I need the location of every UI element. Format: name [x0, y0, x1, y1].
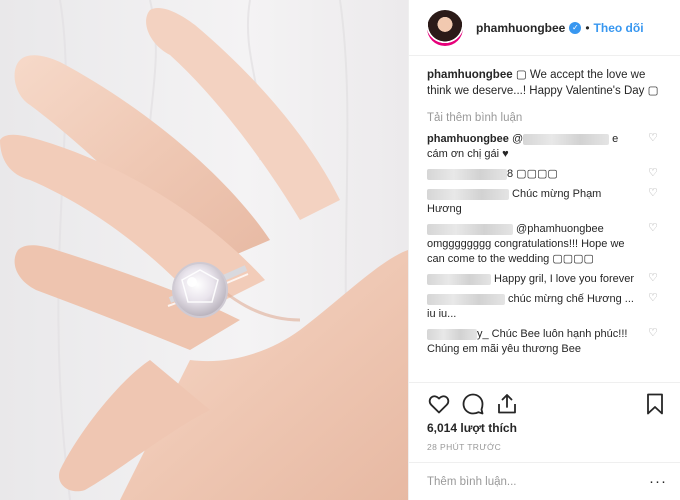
post-detail-panel: phamhuongbee ✓ • Theo dõi phamhuongbee ▢…: [408, 0, 680, 500]
comment-username[interactable]: phamhuongbee: [427, 133, 509, 145]
header-username[interactable]: phamhuongbee: [476, 21, 565, 35]
comment-bubble-icon[interactable]: [461, 392, 485, 416]
post-header: phamhuongbee ✓ • Theo dõi: [409, 0, 680, 56]
comment-item: 8 ▢▢▢▢ ♡: [427, 167, 659, 182]
follow-button[interactable]: Theo dõi: [594, 21, 644, 35]
comment-item: chúc mừng chế Hương ... iu iu... ♡: [427, 292, 659, 322]
comment-like-heart-icon[interactable]: ♡: [648, 328, 659, 339]
comment-item: @phamhuongbee omgggggggg congratulations…: [427, 222, 659, 267]
blurred-username: [427, 273, 491, 285]
blurred-username: [427, 293, 505, 305]
blurred-username: [427, 223, 513, 235]
comment-like-heart-icon[interactable]: ♡: [648, 273, 659, 284]
load-more-comments-link[interactable]: Tải thêm bình luận: [427, 112, 659, 124]
avatar[interactable]: [427, 9, 463, 46]
likes-count[interactable]: 6,014 lượt thích: [427, 421, 667, 435]
comment-item: Happy gril, I love you forever ♡: [427, 272, 659, 287]
comment-item: phamhuongbee @ e cám ơn chị gái ♥ ♡: [427, 132, 659, 162]
post-actions: 6,014 lượt thích: [409, 382, 680, 438]
separator-dot: •: [585, 20, 590, 35]
post-timestamp[interactable]: 28 PHÚT TRƯỚC: [427, 442, 501, 452]
blurred-mention: [523, 133, 610, 145]
blurred-username: [427, 168, 507, 180]
comment-like-heart-icon[interactable]: ♡: [648, 168, 659, 179]
post-caption: phamhuongbee ▢ We accept the love we thi…: [427, 67, 659, 99]
action-icons-row: [427, 391, 667, 417]
comment-item: Chúc mừng Phạm Hương ♡: [427, 187, 659, 217]
comment-like-heart-icon[interactable]: ♡: [648, 188, 659, 199]
comment-like-heart-icon[interactable]: ♡: [648, 293, 659, 304]
comment-text: @: [508, 133, 524, 145]
scroll-fade: [409, 368, 680, 382]
comment-like-heart-icon[interactable]: ♡: [648, 223, 659, 234]
heart-outline-icon[interactable]: [427, 392, 451, 416]
comments-list[interactable]: phamhuongbee ▢ We accept the love we thi…: [409, 57, 680, 382]
blurred-username: [427, 188, 509, 200]
add-comment-input[interactable]: [427, 475, 649, 488]
share-upload-icon[interactable]: [495, 392, 519, 416]
more-options-icon[interactable]: ···: [649, 473, 667, 490]
comment-item: y_ Chúc Bee luôn hạnh phúc!!! Chúng em m…: [427, 327, 659, 357]
comment-text: Happy gril, I love you forever: [491, 273, 635, 285]
hand-with-ring-image: [0, 0, 408, 500]
verified-badge-icon: ✓: [569, 21, 582, 34]
comment-like-heart-icon[interactable]: ♡: [648, 133, 659, 144]
comment-text: 8 ▢▢▢▢: [507, 168, 558, 180]
blurred-username: [427, 328, 477, 340]
bookmark-icon[interactable]: [643, 392, 667, 416]
add-comment-bar: ···: [409, 462, 680, 500]
caption-username[interactable]: phamhuongbee: [427, 69, 513, 81]
post-photo[interactable]: [0, 0, 408, 500]
